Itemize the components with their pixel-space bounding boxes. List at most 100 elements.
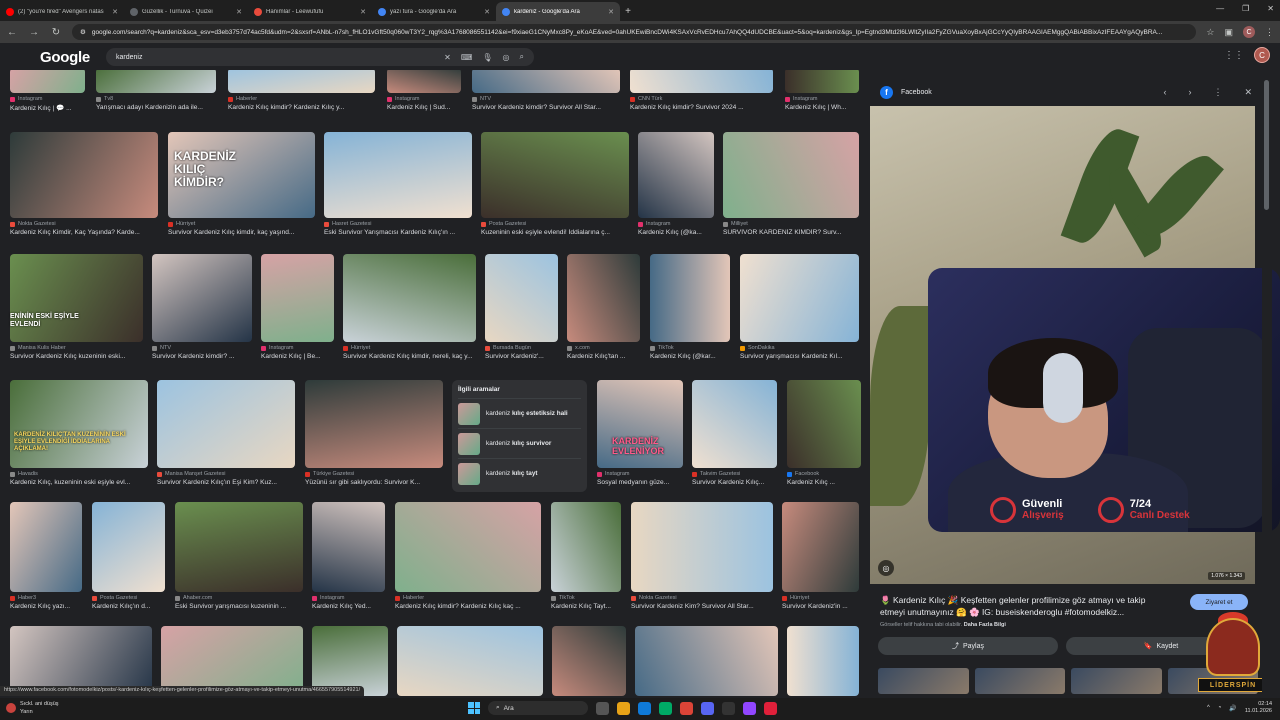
result-thumbnail[interactable]: [305, 380, 443, 468]
image-result[interactable]: Instagram Kardeniz Kılıç (@ka...: [638, 132, 714, 244]
result-source[interactable]: Manisa Kulis Haber: [10, 345, 66, 351]
result-source[interactable]: Instagram: [638, 221, 670, 227]
result-source[interactable]: Tv8: [96, 96, 113, 102]
image-result[interactable]: Nokta Gazetesi Survivor Kardeniz Kim? Sur…: [631, 502, 773, 618]
tray-chevron-icon[interactable]: ^: [1207, 705, 1210, 711]
result-title[interactable]: Survivor Kardeniz Kılıç kuzeninin eski..…: [10, 353, 143, 360]
search-box[interactable]: kardeniz ✕ ⌨ 🎙 ◎ ⌕: [106, 48, 534, 66]
result-thumbnail[interactable]: [787, 380, 861, 468]
image-result[interactable]: Türkiye Gazetesi Yüzünü sır gibi saklıyor…: [305, 380, 443, 494]
result-source[interactable]: Nokta Gazetesi: [631, 595, 677, 601]
image-result[interactable]: [552, 626, 626, 698]
file-explorer-icon[interactable]: [617, 701, 630, 715]
result-thumbnail[interactable]: [485, 254, 558, 342]
result-thumbnail[interactable]: [157, 380, 295, 468]
scrollbar[interactable]: [1262, 70, 1272, 698]
result-thumbnail[interactable]: [343, 254, 476, 342]
result-source[interactable]: Posta Gazetesi: [481, 221, 526, 227]
image-result[interactable]: Tv8 Yarışmacı adayı Kardenizin ada ile...: [96, 70, 216, 119]
image-result[interactable]: Posta Gazetesi Kuzeninin eski eşiyle evle…: [481, 132, 629, 244]
image-result[interactable]: Milliyet SURVİVOR KARDENİZ KİMDİR? Surv..…: [723, 132, 859, 244]
result-title[interactable]: Kardeniz Kılıç | Sud...: [387, 104, 461, 111]
result-source[interactable]: CNN Türk: [630, 96, 662, 102]
result-title[interactable]: Kardeniz Kılıç kimdir? Survivor 2024 ...: [630, 104, 773, 111]
tab-close-icon[interactable]: ✕: [236, 8, 242, 16]
taskbar-search[interactable]: ⌕ Ara: [488, 701, 588, 715]
result-title[interactable]: Survivor Kardeniz Kılıç...: [692, 479, 777, 486]
result-title[interactable]: Kardeniz Kılıç'ın d...: [92, 603, 165, 610]
image-result[interactable]: Instagram Kardeniz Kılıç | 💬 ...: [10, 70, 85, 119]
result-title[interactable]: Kardeniz Kılıç Kimdir, Kaç Yaşında? Kard…: [10, 229, 158, 236]
prev-image-icon[interactable]: ‹: [1163, 87, 1166, 97]
google-logo[interactable]: Google: [40, 49, 90, 66]
result-title[interactable]: Kardeniz Kılıç'tan ...: [567, 353, 640, 360]
result-thumbnail[interactable]: [312, 502, 385, 592]
result-thumbnail[interactable]: [92, 502, 165, 592]
browser-tab[interactable]: (2) "you're fired" Avengers natas ✕: [0, 2, 124, 21]
thumb[interactable]: [878, 668, 969, 694]
image-result[interactable]: Posta Gazetesi Kardeniz Kılıç'ın d...: [92, 502, 165, 618]
forward-icon[interactable]: →: [28, 27, 40, 38]
volume-icon[interactable]: 🔊: [1229, 705, 1236, 712]
browser-tab[interactable]: Hanımlar - Leewufufu ✕: [248, 2, 372, 21]
wifi-icon[interactable]: ◔: [1218, 705, 1222, 711]
mic-icon[interactable]: 🎙: [482, 53, 492, 62]
result-thumbnail[interactable]: [650, 254, 730, 342]
obs-icon[interactable]: [743, 701, 756, 715]
image-result[interactable]: x.com Kardeniz Kılıç'tan ...: [567, 254, 640, 368]
result-title[interactable]: Survivor Kardeniz Kim? Survivor All Star…: [631, 603, 773, 610]
result-thumbnail[interactable]: [635, 626, 778, 696]
browser-tab[interactable]: kardeniz - Google'da Ara ✕: [496, 2, 620, 21]
result-thumbnail[interactable]: [638, 132, 714, 218]
result-source[interactable]: Hürriyet: [782, 595, 809, 601]
result-source[interactable]: NTV: [472, 96, 491, 102]
result-source[interactable]: Türkiye Gazetesi: [305, 471, 354, 477]
result-source[interactable]: Manisa Manşet Gazetesi: [157, 471, 226, 477]
result-title[interactable]: Kardeniz Kılıç kimdir? Kardeniz Kılıç ka…: [395, 603, 541, 610]
result-title[interactable]: Kuzeninin eski eşiyle evlendi! İddiaları…: [481, 229, 629, 236]
result-source[interactable]: Haberler: [395, 595, 424, 601]
result-title[interactable]: Kardeniz Kılıç Tayt...: [551, 603, 621, 610]
next-image-icon[interactable]: ›: [1188, 87, 1191, 97]
result-title[interactable]: Kardeniz Kılıç ...: [787, 479, 861, 486]
image-result[interactable]: Nokta Gazetesi Kardeniz Kılıç Kimdir, Kaç…: [10, 132, 158, 244]
result-title[interactable]: Yüzünü sır gibi saklıyordu: Survivor K..…: [305, 479, 443, 486]
result-thumbnail[interactable]: [397, 626, 543, 696]
image-result[interactable]: NTV Survivor Kardeniz kimdir? ...: [152, 254, 252, 368]
result-title[interactable]: Kardeniz Kılıç | Be...: [261, 353, 334, 360]
result-source[interactable]: Instagram: [10, 96, 42, 102]
share-button[interactable]: ⤴ Paylaş: [878, 637, 1058, 655]
result-thumbnail[interactable]: [96, 70, 216, 93]
result-thumbnail[interactable]: [785, 70, 859, 93]
result-source[interactable]: Bursada Bugün: [485, 345, 531, 351]
visit-button[interactable]: Ziyaret et: [1190, 594, 1248, 610]
result-title[interactable]: Survivor Kardeniz kimdir? Survivor All S…: [472, 104, 620, 111]
result-thumbnail[interactable]: [175, 502, 303, 592]
preview-source[interactable]: Facebook: [901, 89, 1141, 96]
result-title[interactable]: Yarışmacı adayı Kardenizin ada ile...: [96, 104, 216, 111]
image-result[interactable]: NTV Survivor Kardeniz kimdir? Survivor Al…: [472, 70, 620, 119]
result-source[interactable]: Haber3: [10, 595, 36, 601]
result-source[interactable]: Takvim Gazetesi: [692, 471, 740, 477]
task-view-icon[interactable]: [596, 701, 609, 715]
image-result[interactable]: TikTok Kardeniz Kılıç Tayt...: [551, 502, 621, 618]
result-title[interactable]: SURVİVOR KARDENİZ KİMDİR? Surv...: [723, 229, 859, 236]
image-result[interactable]: Instagram Kardeniz Kılıç Yed...: [312, 502, 385, 618]
related-search-item[interactable]: kardeniz kılıç estetiksiz hali: [458, 398, 581, 428]
result-source[interactable]: TikTok: [551, 595, 575, 601]
result-source[interactable]: TikTok: [650, 345, 674, 351]
result-thumbnail[interactable]: [10, 380, 148, 468]
reload-icon[interactable]: ↻: [50, 27, 62, 38]
result-source[interactable]: Instagram: [785, 96, 817, 102]
scrollbar-thumb[interactable]: [1264, 80, 1269, 210]
result-title[interactable]: Kardeniz Kılıç | 💬 ...: [10, 104, 85, 112]
image-result[interactable]: Instagram Kardeniz Kılıç | Sud...: [387, 70, 461, 119]
extensions-icon[interactable]: ▣: [1224, 27, 1233, 38]
result-title[interactable]: Survivor yarışmacısı Kardeniz Kıl...: [740, 353, 859, 360]
result-thumbnail[interactable]: [324, 132, 472, 218]
result-source[interactable]: Instagram: [312, 595, 344, 601]
store-icon[interactable]: [659, 701, 672, 715]
image-result[interactable]: Takvim Gazetesi Survivor Kardeniz Kılıç..…: [692, 380, 777, 494]
result-source[interactable]: Posta Gazetesi: [92, 595, 137, 601]
result-title[interactable]: Kardeniz Kılıç Yed...: [312, 603, 385, 610]
